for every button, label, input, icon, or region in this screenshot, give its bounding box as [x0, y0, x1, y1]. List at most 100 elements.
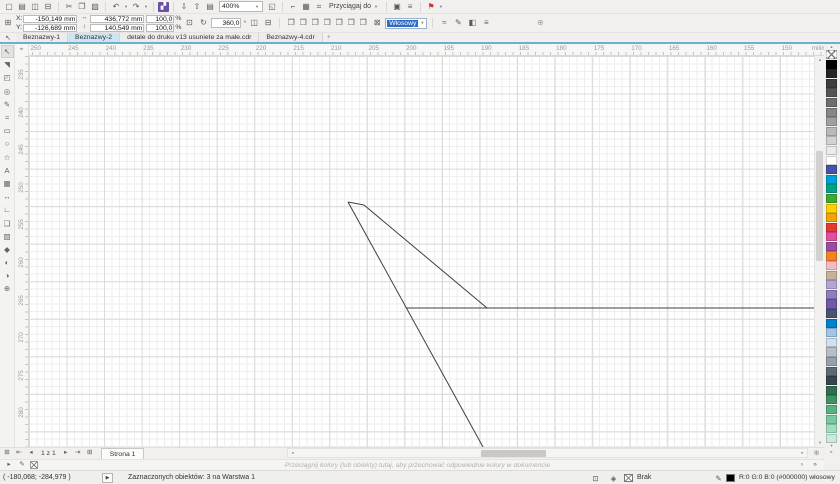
- scale-x-field[interactable]: 100,0: [146, 15, 174, 23]
- publish-pdf-icon[interactable]: ▤: [204, 1, 216, 12]
- color-swatch[interactable]: [826, 261, 837, 270]
- mirror-vertical-icon[interactable]: ⊟: [262, 18, 274, 29]
- x-position-field[interactable]: -150,149 mm: [23, 15, 77, 23]
- color-swatch[interactable]: [826, 165, 837, 174]
- palette-scroll-right-icon[interactable]: ›: [797, 460, 807, 471]
- color-swatch[interactable]: [826, 156, 837, 165]
- import-icon[interactable]: ⇩: [178, 1, 190, 12]
- first-page-icon[interactable]: ⇤: [14, 448, 24, 459]
- fullscreen-preview-icon[interactable]: ◱: [266, 1, 278, 12]
- eyedropper-icon[interactable]: ✎: [17, 460, 27, 471]
- text-tool-icon[interactable]: A: [1, 164, 14, 177]
- ellipse-tool-icon[interactable]: ○: [1, 137, 14, 150]
- snap-to-dropdown[interactable]: Przyciągaj do ▾: [326, 3, 382, 10]
- no-color-swatch[interactable]: [30, 461, 38, 469]
- application-launcher-icon[interactable]: ≡: [404, 1, 416, 12]
- document-tab[interactable]: Beznazwy-4.cdr: [259, 33, 322, 42]
- drawing-line[interactable]: [348, 202, 483, 447]
- options-icon[interactable]: ▣: [391, 1, 403, 12]
- color-swatch[interactable]: [826, 434, 837, 443]
- play-button[interactable]: ▶: [102, 473, 113, 483]
- undo-expand-icon[interactable]: ▾: [123, 4, 129, 10]
- interactive-fill-tool-icon[interactable]: ◐: [1, 256, 14, 269]
- color-swatch[interactable]: [826, 213, 837, 222]
- vertical-scrollbar[interactable]: ▴ ▾: [814, 56, 824, 447]
- color-swatch[interactable]: [826, 232, 837, 241]
- shaping-icon[interactable]: ❐: [285, 18, 297, 29]
- new-document-icon[interactable]: ▢: [3, 1, 15, 12]
- connector-tool-icon[interactable]: ∟: [1, 203, 14, 216]
- lock-ratio-icon[interactable]: ⊡: [183, 18, 195, 29]
- color-swatch[interactable]: [826, 242, 837, 251]
- alignment-icon[interactable]: ≡: [480, 18, 492, 29]
- document-tab[interactable]: Beznazwy-1: [16, 33, 68, 42]
- shaping-icon[interactable]: ❐: [333, 18, 345, 29]
- rotation-angle-field[interactable]: 360,0: [211, 18, 241, 28]
- interactive-property-icon[interactable]: ⊕: [534, 18, 546, 29]
- scroll-right-icon[interactable]: ▸: [798, 449, 807, 457]
- palette-scroll-end-icon[interactable]: »: [810, 460, 820, 471]
- shaping-icon[interactable]: ❐: [345, 18, 357, 29]
- color-swatch[interactable]: [826, 376, 837, 385]
- color-swatch[interactable]: [826, 280, 837, 289]
- scroll-left-icon[interactable]: ◂: [288, 449, 297, 457]
- ruler-origin-button[interactable]: ⌖: [15, 44, 29, 56]
- color-swatch[interactable]: [826, 405, 837, 414]
- show-rulers-icon[interactable]: ⌐: [287, 1, 299, 12]
- dimension-tool-icon[interactable]: ↔: [1, 190, 14, 203]
- show-grid-icon[interactable]: ▦: [300, 1, 312, 12]
- drawing-line[interactable]: [364, 205, 487, 308]
- add-page-icon[interactable]: ⊞: [2, 448, 12, 459]
- outline-pen-icon[interactable]: ✎: [713, 473, 724, 483]
- palette-flyout-icon[interactable]: ▸: [4, 460, 14, 471]
- color-swatch[interactable]: [826, 338, 837, 347]
- color-swatch[interactable]: [826, 395, 837, 404]
- paste-icon[interactable]: ▨: [89, 1, 101, 12]
- color-swatch[interactable]: [826, 108, 837, 117]
- color-swatch[interactable]: [826, 271, 837, 280]
- outline-width-select[interactable]: Włosowy ▾: [385, 18, 427, 29]
- shadow-tool-icon[interactable]: ❏: [1, 216, 14, 229]
- add-page-icon[interactable]: ⊞: [85, 448, 95, 459]
- save-icon[interactable]: ◫: [29, 1, 41, 12]
- search-content-icon[interactable]: ▞: [158, 2, 169, 12]
- document-tab[interactable]: Beznazwy-2: [68, 33, 120, 42]
- redo-expand-icon[interactable]: ▾: [143, 4, 149, 10]
- shape-tool-icon[interactable]: ◥: [1, 58, 14, 71]
- outline-pen-icon[interactable]: ✎: [452, 18, 464, 29]
- horizontal-scrollbar[interactable]: ◂ ▸: [287, 448, 808, 458]
- color-swatch[interactable]: [826, 146, 837, 155]
- export-icon[interactable]: ⇧: [191, 1, 203, 12]
- color-swatch[interactable]: [826, 79, 837, 88]
- transparency-tool-icon[interactable]: ▨: [1, 230, 14, 243]
- shaping-icon[interactable]: ❐: [357, 18, 369, 29]
- palette-flyout-icon[interactable]: ▸: [826, 449, 837, 455]
- color-swatch[interactable]: [826, 424, 837, 433]
- color-swatch[interactable]: [826, 223, 837, 232]
- previous-page-icon[interactable]: ◂: [26, 448, 36, 459]
- freehand-tool-icon[interactable]: ✎: [1, 98, 14, 111]
- print-icon[interactable]: ⊟: [42, 1, 54, 12]
- fill-color-icon[interactable]: ◈: [608, 473, 619, 483]
- redo-icon[interactable]: ↷: [130, 1, 142, 12]
- table-tool-icon[interactable]: ▦: [1, 177, 14, 190]
- color-swatch[interactable]: [826, 290, 837, 299]
- vertical-scroll-thumb[interactable]: [816, 151, 823, 261]
- lock-object-icon[interactable]: ⊠: [371, 18, 383, 29]
- navigator-button[interactable]: ⊕: [810, 448, 823, 458]
- hints-flag-icon[interactable]: ⚑: [425, 1, 437, 12]
- color-swatch[interactable]: [826, 60, 837, 69]
- color-swatch[interactable]: [826, 194, 837, 203]
- polygon-tool-icon[interactable]: ☆: [1, 151, 14, 164]
- zoom-level-select[interactable]: 400% ▾: [219, 1, 263, 12]
- color-swatch[interactable]: [826, 69, 837, 78]
- color-swatch[interactable]: [826, 367, 837, 376]
- y-position-field[interactable]: -126,689 mm: [23, 24, 77, 32]
- color-swatch[interactable]: [826, 319, 837, 328]
- color-swatch[interactable]: [826, 117, 837, 126]
- show-guidelines-icon[interactable]: ⌗: [313, 1, 325, 12]
- height-field[interactable]: 140,549 mm: [90, 24, 144, 32]
- color-swatch[interactable]: [826, 299, 837, 308]
- horizontal-scroll-thumb[interactable]: [481, 450, 546, 457]
- drawing-line[interactable]: [348, 202, 364, 205]
